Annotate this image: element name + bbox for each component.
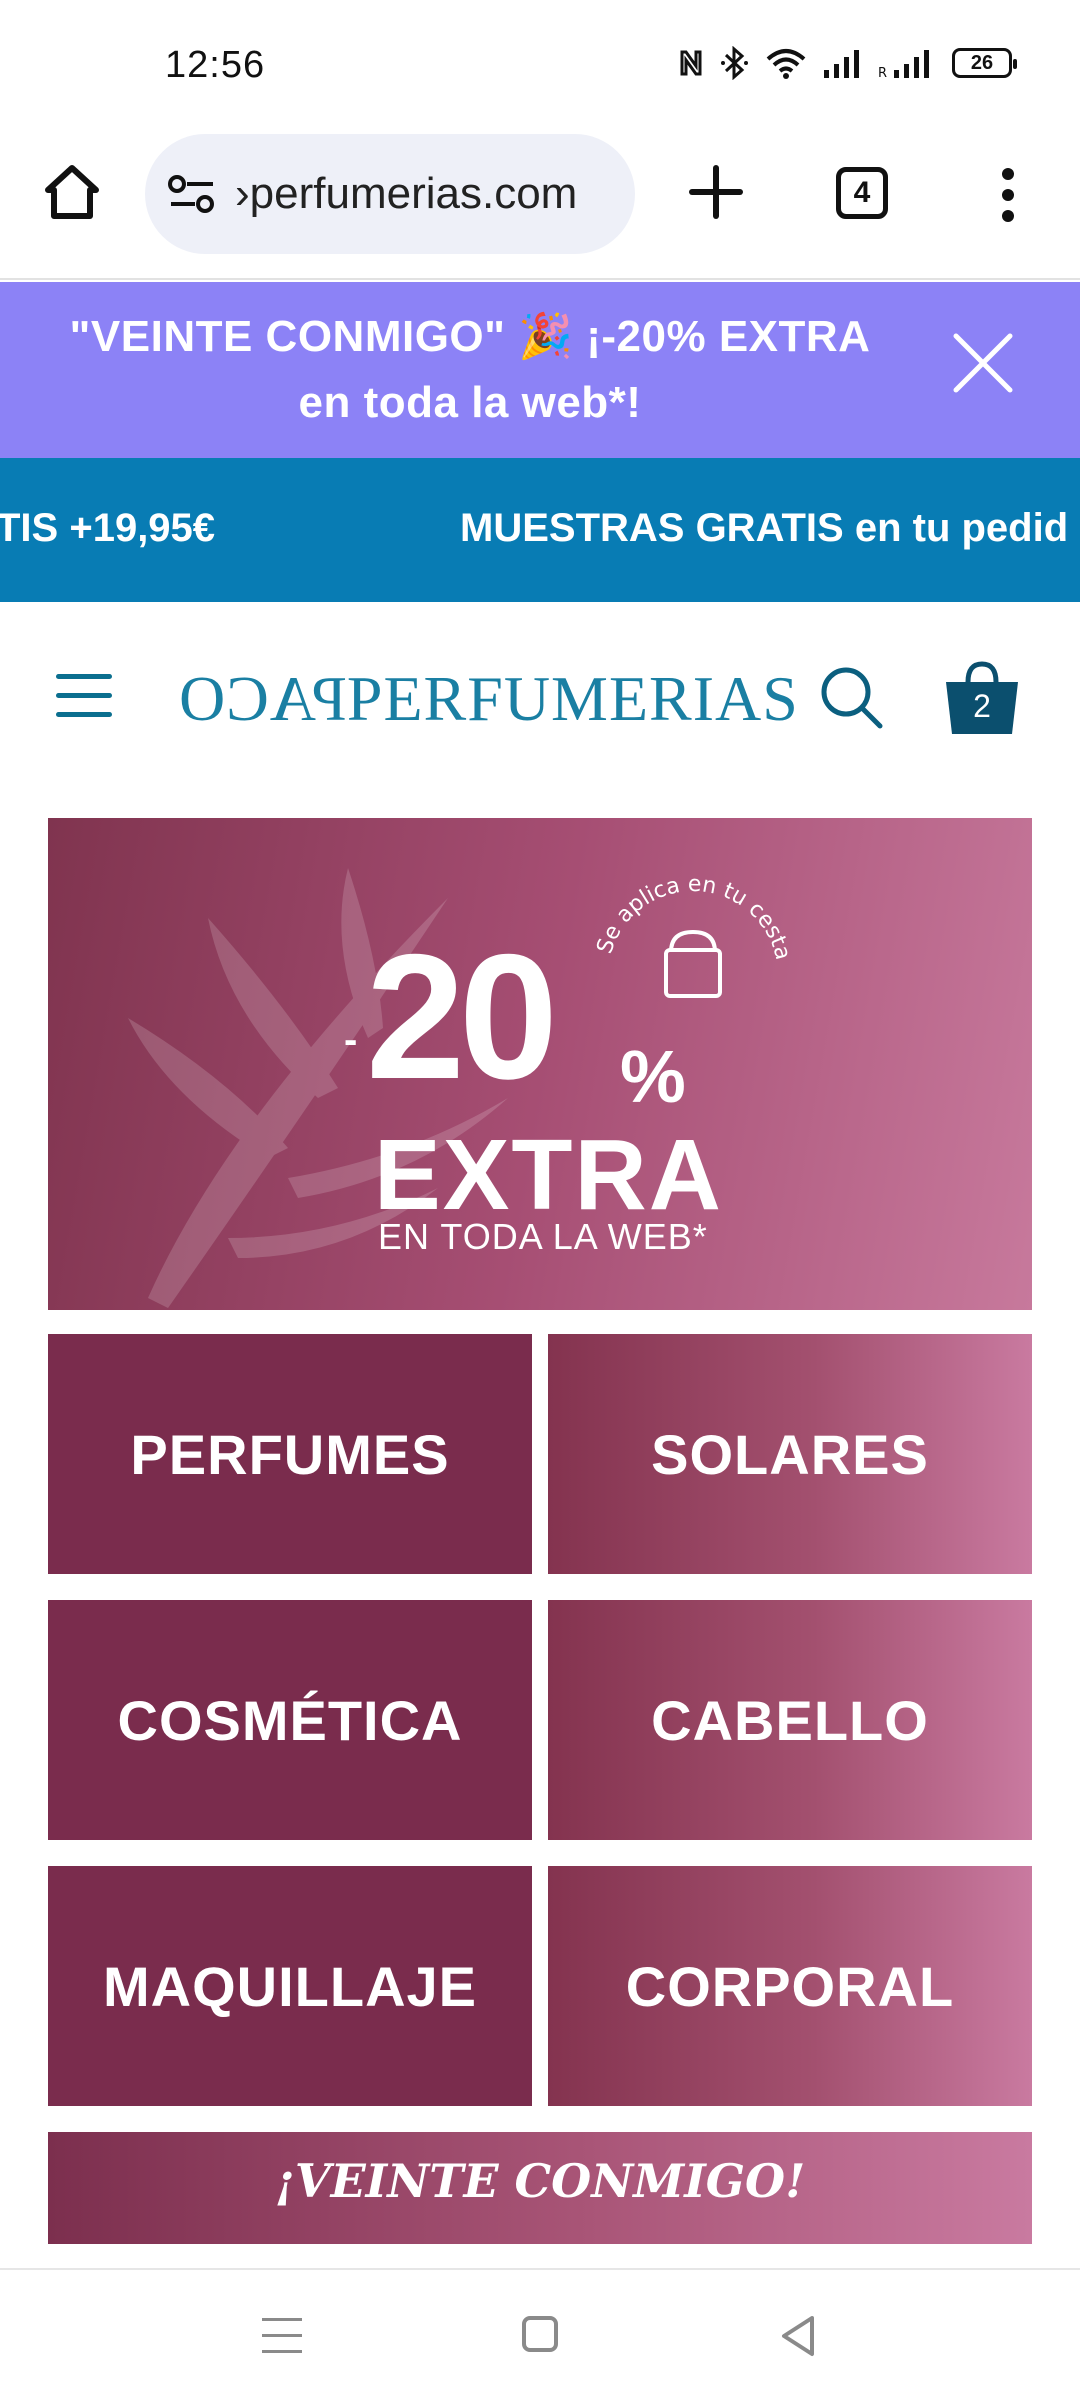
nfc-icon bbox=[680, 50, 702, 76]
signal-icon bbox=[824, 50, 859, 78]
home-icon[interactable] bbox=[522, 2316, 558, 2352]
back-icon[interactable] bbox=[778, 2314, 818, 2358]
battery-icon: 26 bbox=[952, 48, 1017, 78]
status-time: 12:56 bbox=[165, 44, 266, 86]
ticker-segment: TIS +19,95€ bbox=[0, 506, 216, 550]
promo-text[interactable]: "VEINTE CONMIGO" 🎉 ¡-20% EXTRA en toda l… bbox=[40, 304, 900, 436]
hamburger-menu-icon[interactable] bbox=[56, 674, 112, 718]
status-icons: R 26 bbox=[678, 46, 1017, 80]
close-icon[interactable] bbox=[950, 330, 1016, 396]
category-cabello[interactable]: CABELLO bbox=[548, 1600, 1032, 1840]
category-perfumes[interactable]: PERFUMES bbox=[48, 1334, 532, 1574]
search-icon[interactable] bbox=[818, 664, 884, 730]
wifi-icon bbox=[766, 49, 806, 79]
hero-banner[interactable]: Se aplica en tu cesta - 20 % EXTRA EN TO… bbox=[48, 818, 1032, 1310]
browser-toolbar: ›perfumerias.com 4 bbox=[0, 130, 1080, 280]
category-solares[interactable]: SOLARES bbox=[548, 1334, 1032, 1574]
site-logo[interactable]: PACOPERFUMERIAS bbox=[178, 662, 799, 736]
url-text: ›perfumerias.com bbox=[235, 169, 578, 218]
home-icon[interactable] bbox=[40, 160, 104, 224]
shopping-bag-seal: Se aplica en tu cesta bbox=[592, 872, 795, 998]
bluetooth-icon bbox=[721, 46, 748, 80]
system-nav-bar bbox=[0, 2268, 1080, 2400]
more-vert-icon[interactable] bbox=[990, 168, 1026, 228]
logo-mirrored-text: PACO bbox=[178, 663, 347, 734]
campaign-banner-text: ¡VEINTE CONMIGO! bbox=[274, 2154, 806, 2208]
ticker-segment: MUESTRAS GRATIS en tu pedid bbox=[460, 506, 1069, 550]
site-header: PACOPERFUMERIAS 2 bbox=[0, 602, 1080, 792]
status-bar: 12:56 R 26 bbox=[0, 0, 1080, 130]
plus-icon[interactable] bbox=[684, 160, 748, 224]
discount-minus: - bbox=[344, 1018, 358, 1062]
logo-text: PERFUMERIAS bbox=[346, 663, 799, 734]
discount-percent-sign: % bbox=[620, 1035, 686, 1118]
hero-subline: EN TODA LA WEB* bbox=[378, 1216, 708, 1257]
cart-count: 2 bbox=[973, 688, 991, 724]
category-maquillaje[interactable]: MAQUILLAJE bbox=[48, 1866, 532, 2106]
category-corporal[interactable]: CORPORAL bbox=[548, 1866, 1032, 2106]
address-bar[interactable]: ›perfumerias.com bbox=[145, 134, 635, 254]
svg-text:R: R bbox=[878, 66, 887, 78]
site-settings-icon[interactable] bbox=[167, 172, 217, 216]
shipping-ticker: TIS +19,95€ MUESTRAS GRATIS en tu pedid bbox=[0, 458, 1080, 602]
category-cosmetica[interactable]: COSMÉTICA bbox=[48, 1600, 532, 1840]
tabs-icon[interactable]: 4 bbox=[836, 167, 888, 219]
promo-banner: "VEINTE CONMIGO" 🎉 ¡-20% EXTRA en toda l… bbox=[0, 282, 1080, 458]
discount-number: 20 bbox=[366, 917, 558, 1116]
roaming-signal-icon: R bbox=[878, 50, 929, 78]
recents-icon[interactable] bbox=[262, 2318, 302, 2354]
campaign-banner[interactable]: ¡VEINTE CONMIGO! bbox=[48, 2132, 1032, 2244]
